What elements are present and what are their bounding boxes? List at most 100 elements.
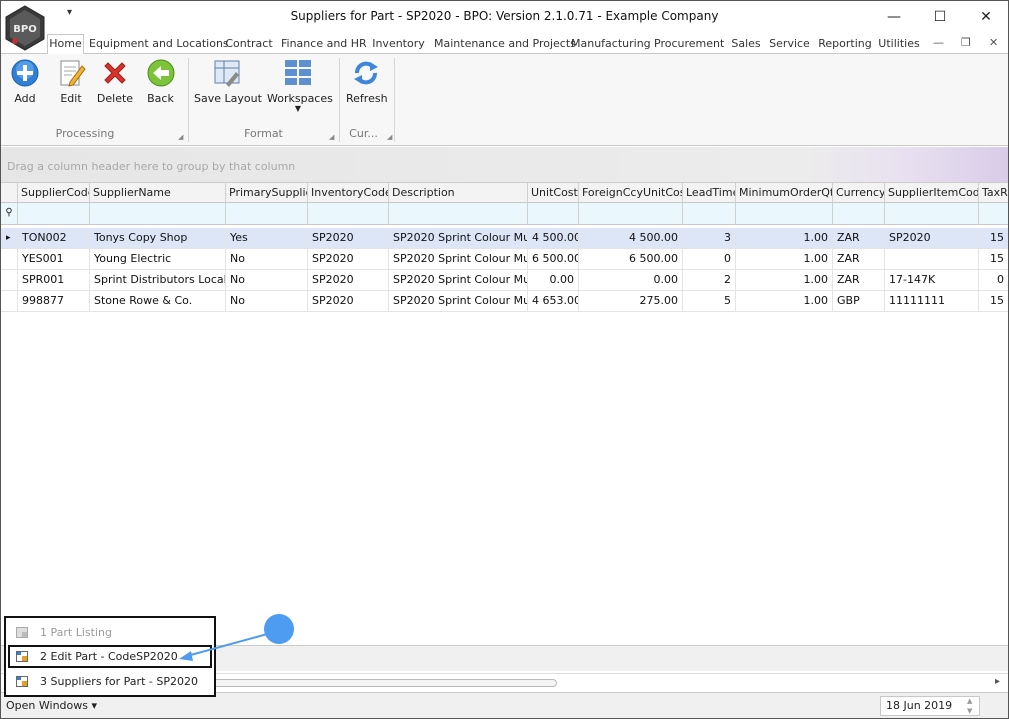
cell-inventorycode[interactable]: SP2020 [308,228,389,249]
cell-description[interactable]: SP2020 Sprint Colour Mu... [389,270,528,291]
tab-inventory[interactable]: Inventory [370,35,427,55]
cell-currency[interactable]: ZAR [833,228,885,249]
cell-taxrate[interactable]: 15 [979,249,1008,270]
cell-inventorycode[interactable]: SP2020 [308,291,389,312]
date-spinner-icon[interactable]: ▲ ▼ [967,696,972,716]
column-header-primarysupplier[interactable]: PrimarySupplier [226,183,308,203]
cell-leadtime[interactable]: 2 [683,270,736,291]
cell-taxrate[interactable]: 15 [979,228,1008,249]
cell-taxrate[interactable]: 15 [979,291,1008,312]
mdi-close-button[interactable]: ✕ [989,36,998,49]
back-button[interactable]: Back [144,58,177,120]
cell-minimumorderqty[interactable]: 1.00 [736,291,833,312]
processing-launcher-icon[interactable]: ◢ [178,133,183,141]
save-layout-button[interactable]: Save Layout [194,58,262,120]
cell-description[interactable]: SP2020 Sprint Colour Mu... [389,249,528,270]
cell-leadtime[interactable]: 5 [683,291,736,312]
filter-cell[interactable] [833,203,885,225]
cell-currency[interactable]: ZAR [833,270,885,291]
bpo-logo[interactable]: BPO [4,5,46,51]
cell-minimumorderqty[interactable]: 1.00 [736,228,833,249]
cell-leadtime[interactable]: 0 [683,249,736,270]
cell-primarysupplier[interactable]: No [226,249,308,270]
filter-cell[interactable] [90,203,226,225]
scroll-right-arrow-icon[interactable]: ▸ [995,676,1000,687]
cell-supplieritemcode[interactable]: SP2020 [885,228,979,249]
filter-cell[interactable] [308,203,389,225]
cell-currency[interactable]: ZAR [833,249,885,270]
filter-cell[interactable] [18,203,90,225]
open-windows-button[interactable]: Open Windows ▾ [6,699,97,712]
column-header-supplieritemcode[interactable]: SupplierItemCode [885,183,979,203]
cell-suppliername[interactable]: Young Electric [90,249,226,270]
cell-description[interactable]: SP2020 Sprint Colour Mu... [389,228,528,249]
format-launcher-icon[interactable]: ◢ [329,133,334,141]
group-by-panel[interactable]: Drag a column header here to group by th… [1,147,1008,183]
refresh-button[interactable]: Refresh [346,58,388,120]
cell-description[interactable]: SP2020 Sprint Colour Mu... [389,291,528,312]
cell-supplieritemcode[interactable] [885,249,979,270]
tab-finance-and-hr[interactable]: Finance and HR [281,35,367,55]
tab-reporting[interactable]: Reporting [817,35,873,55]
tab-maintenance-and-projects[interactable]: Maintenance and Projects [434,35,576,55]
add-button[interactable]: Add [7,58,43,120]
cell-minimumorderqty[interactable]: 1.00 [736,249,833,270]
edit-button[interactable]: Edit [55,58,87,120]
column-header-taxrate[interactable]: TaxR [979,183,1008,203]
filter-cell[interactable] [736,203,833,225]
cell-suppliercode[interactable]: TON002 [18,228,90,249]
workspaces-button[interactable]: Workspaces ▼ [267,58,333,128]
filter-row-icon[interactable]: ⚲ [1,203,18,225]
current-launcher-icon[interactable]: ◢ [387,133,392,141]
tab-contract[interactable]: Contract [224,35,274,55]
cell-supplieritemcode[interactable]: 11111111 [885,291,979,312]
cell-unitcost[interactable]: 4 500.00 [528,228,579,249]
filter-cell[interactable] [683,203,736,225]
filter-cell[interactable] [528,203,579,225]
menu-item-edit-part[interactable]: 2 Edit Part - CodeSP2020 [8,645,212,668]
cell-minimumorderqty[interactable]: 1.00 [736,270,833,291]
cell-suppliername[interactable]: Stone Rowe & Co. [90,291,226,312]
cell-inventorycode[interactable]: SP2020 [308,249,389,270]
tab-utilities[interactable]: Utilities [878,35,920,55]
filter-cell[interactable] [979,203,1008,225]
filter-cell[interactable] [389,203,528,225]
cell-leadtime[interactable]: 3 [683,228,736,249]
tab-procurement[interactable]: Procurement [654,35,724,55]
cell-primarysupplier[interactable]: No [226,270,308,291]
column-header-minimumorderqty[interactable]: MinimumOrderQty [736,183,833,203]
column-header-unitcost[interactable]: UnitCost [528,183,579,203]
cell-unitcost[interactable]: 4 653.00 [528,291,579,312]
cell-supplieritemcode[interactable]: 17-147K [885,270,979,291]
cell-foreignccyunitcost[interactable]: 4 500.00 [579,228,683,249]
tab-service[interactable]: Service [768,35,811,55]
column-header-suppliercode[interactable]: SupplierCode [18,183,90,203]
filter-cell[interactable] [579,203,683,225]
column-header-foreignccyunitcost[interactable]: ForeignCcyUnitCost [579,183,683,203]
cell-suppliername[interactable]: Tonys Copy Shop [90,228,226,249]
tab-equipment-and-locations[interactable]: Equipment and Locations [89,35,229,55]
date-field[interactable]: 18 Jun 2019 [880,696,980,716]
close-button[interactable]: ✕ [963,1,1008,33]
cell-foreignccyunitcost[interactable]: 6 500.00 [579,249,683,270]
cell-currency[interactable]: GBP [833,291,885,312]
tab-home[interactable]: Home [47,34,84,55]
cell-suppliercode[interactable]: YES001 [18,249,90,270]
cell-primarysupplier[interactable]: No [226,291,308,312]
column-header-description[interactable]: Description [389,183,528,203]
cell-taxrate[interactable]: 0 [979,270,1008,291]
mdi-minimize-button[interactable]: — [933,36,944,49]
cell-unitcost[interactable]: 0.00 [528,270,579,291]
column-header-currency[interactable]: Currency [833,183,885,203]
cell-foreignccyunitcost[interactable]: 275.00 [579,291,683,312]
cell-suppliername[interactable]: Sprint Distributors Local [90,270,226,291]
tab-sales[interactable]: Sales [729,35,763,55]
menu-item-suppliers-for-part[interactable]: 3 Suppliers for Part - SP2020 [8,671,212,693]
maximize-button[interactable]: ☐ [917,1,963,33]
tab-manufacturing[interactable]: Manufacturing [571,35,651,55]
column-header-suppliername[interactable]: SupplierName [90,183,226,203]
filter-cell[interactable] [885,203,979,225]
delete-button[interactable]: Delete [96,58,134,120]
menu-item-part-listing[interactable]: 1 Part Listing [8,622,212,644]
mdi-restore-button[interactable]: ❐ [961,36,971,49]
